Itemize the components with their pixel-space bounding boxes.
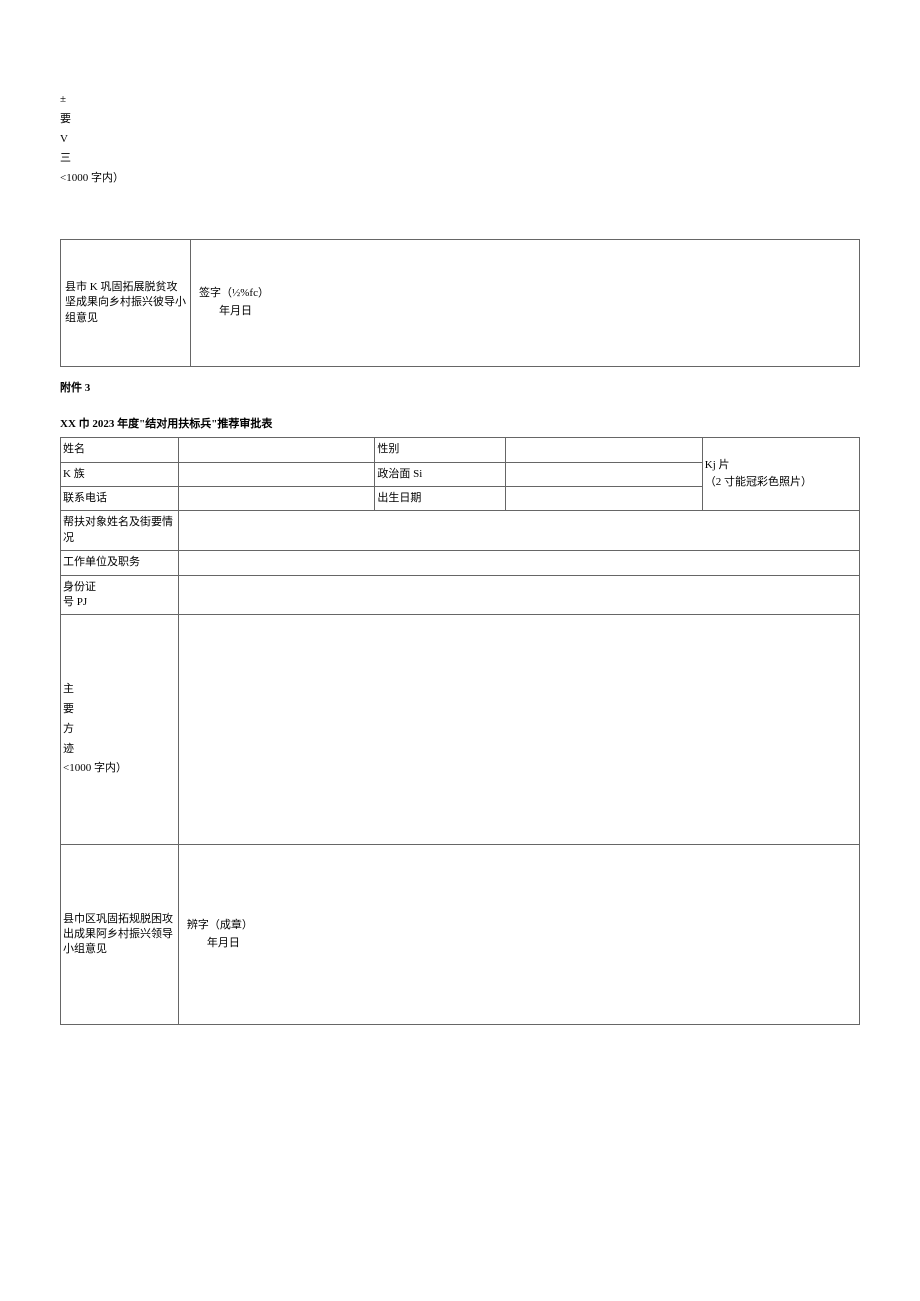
top-l2: 要 [60, 110, 860, 130]
opinion2-label: 县巾区巩固拓规脱困攻出成果阿乡村振兴领导小组意见 [61, 845, 179, 1025]
work-field[interactable] [178, 551, 859, 575]
methods-label-cell: 主 要 方 迹 <1000 字内） [61, 615, 179, 845]
political-label: 政治面 Si [375, 462, 506, 486]
id-field[interactable] [178, 575, 859, 615]
form-title: XX 巾 2023 年度"结对用扶标兵"推荐审批表 [60, 415, 860, 431]
top-vertical-label: ± 要 V 三 <1000 字内） [60, 90, 860, 189]
ethnic-label: K 族 [61, 462, 179, 486]
attachment-label: 附件 3 [60, 379, 860, 395]
methods-l5: <1000 字内） [63, 759, 176, 779]
approval-form-table: 姓名 性别 Kj 片 （2 寸能冠彩色照片） K 族 政治面 Si 联系电话 出… [60, 437, 860, 1025]
top-l5: <1000 字内） [60, 169, 860, 189]
phone-field[interactable] [178, 486, 374, 510]
methods-field[interactable] [178, 615, 859, 845]
opinion-table-1: 县市 K 巩固拓展脱贫攻坚成果向乡村振兴彼导小组意见 签字（½%fc） 年月日 [60, 239, 860, 367]
opinion1-date-line: 年月日 [199, 303, 851, 321]
opinion2-sig-line: 辨字（成章） [187, 917, 851, 935]
ethnic-field[interactable] [178, 462, 374, 486]
id-label-2: 号 PJ [63, 595, 176, 610]
photo-label-2: （2 寸能冠彩色照片） [705, 474, 857, 492]
target-field[interactable] [178, 511, 859, 551]
political-field[interactable] [506, 462, 702, 486]
photo-cell: Kj 片 （2 寸能冠彩色照片） [702, 438, 859, 511]
name-label: 姓名 [61, 438, 179, 462]
photo-label-1: Kj 片 [705, 457, 857, 475]
birth-field[interactable] [506, 486, 702, 510]
gender-field[interactable] [506, 438, 702, 462]
id-label: 身份证 号 PJ [61, 575, 179, 615]
top-l1: ± [60, 90, 860, 110]
methods-l3: 方 [63, 720, 176, 740]
gender-label: 性别 [375, 438, 506, 462]
phone-label: 联系电话 [61, 486, 179, 510]
top-l4: 三 [60, 149, 860, 169]
top-l3: V [60, 130, 860, 150]
opinion1-content: 签字（½%fc） 年月日 [191, 239, 860, 366]
methods-l4: 迹 [63, 740, 176, 760]
opinion2-content: 辨字（成章） 年月日 [178, 845, 859, 1025]
birth-label: 出生日期 [375, 486, 506, 510]
methods-l1: 主 [63, 680, 176, 700]
id-label-1: 身份证 [63, 580, 176, 595]
name-field[interactable] [178, 438, 374, 462]
work-label: 工作单位及职务 [61, 551, 179, 575]
target-label: 帮扶对象姓名及街要情况 [61, 511, 179, 551]
opinion1-sig-line: 签字（½%fc） [199, 285, 851, 303]
opinion1-label: 县市 K 巩固拓展脱贫攻坚成果向乡村振兴彼导小组意见 [61, 239, 191, 366]
methods-l2: 要 [63, 700, 176, 720]
opinion2-date-line: 年月日 [187, 935, 851, 953]
